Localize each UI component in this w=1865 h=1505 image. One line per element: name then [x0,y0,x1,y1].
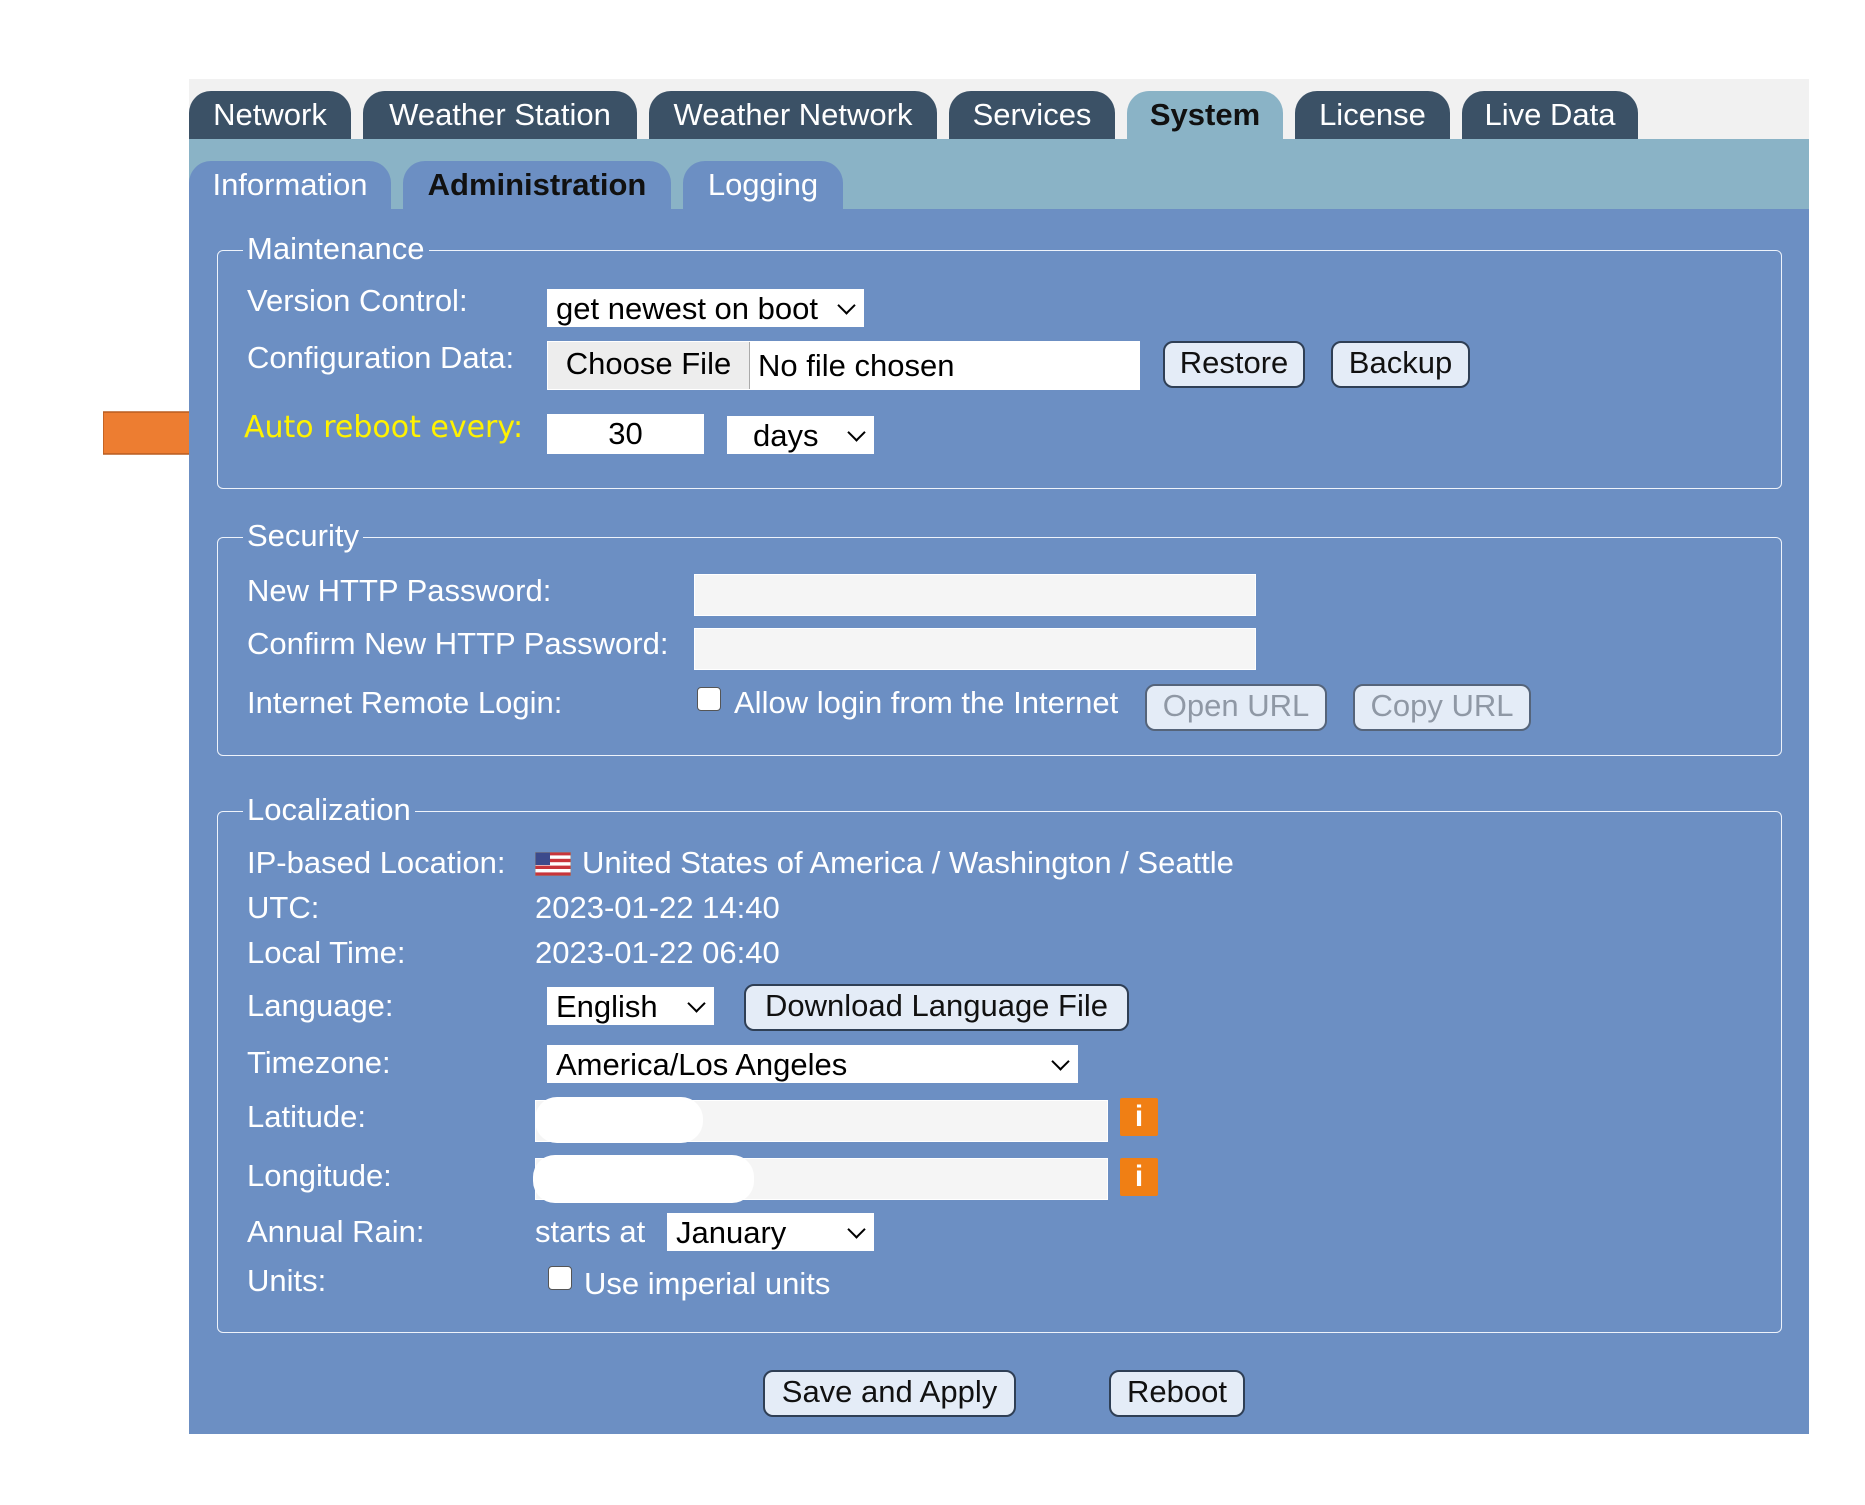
backup-button[interactable]: Backup [1331,341,1470,388]
chevron-down-icon [687,994,706,1013]
localization-fieldset: Localization IP-based Location: United S… [217,790,1782,1333]
chevron-down-icon [847,1220,866,1239]
tab-weather-network[interactable]: Weather Network [649,91,937,139]
tab-services[interactable]: Services [949,91,1115,139]
version-control-select[interactable]: get newest on boot [547,289,864,327]
language-select[interactable]: English [547,987,714,1025]
configuration-data-label: Configuration Data: [247,340,515,375]
auto-reboot-unit-select[interactable]: days [727,416,874,454]
imperial-units-checkbox[interactable] [548,1266,572,1290]
router-admin-frame: Network Weather Station Weather Network … [189,79,1809,1434]
longitude-redaction [533,1155,754,1203]
annual-rain-month-value: January [676,1215,787,1250]
auto-reboot-label: Auto reboot every: [244,410,524,445]
allow-remote-login-checkbox[interactable] [697,687,721,711]
timezone-label: Timezone: [247,1045,391,1080]
auto-reboot-input[interactable]: 30 [547,414,704,454]
localization-legend: Localization [243,790,415,830]
tab-network[interactable]: Network [189,91,351,139]
security-legend: Security [243,516,363,556]
no-file-chosen-text: No file chosen [758,348,955,383]
tab-live-data[interactable]: Live Data [1462,91,1638,139]
copy-url-button[interactable]: Copy URL [1353,684,1531,731]
config-file-input[interactable]: Choose File No file chosen [547,341,1140,390]
language-label: Language: [247,988,394,1023]
auto-reboot-unit-value: days [753,418,819,453]
security-fieldset: Security New HTTP Password: Confirm New … [217,516,1782,756]
latitude-redaction [535,1097,703,1143]
reboot-button[interactable]: Reboot [1109,1370,1245,1417]
subtab-administration[interactable]: Administration [403,161,671,209]
timezone-select[interactable]: America/Los Angeles [547,1045,1078,1083]
longitude-info-icon[interactable]: i [1120,1158,1158,1196]
remote-login-label: Internet Remote Login: [247,685,563,720]
subtab-logging[interactable]: Logging [683,161,843,209]
local-time-label: Local Time: [247,935,406,970]
allow-remote-login-label: Allow login from the Internet [734,685,1119,720]
utc-value: 2023-01-22 14:40 [535,890,780,925]
choose-file-button[interactable]: Choose File [548,342,750,389]
sub-tab-bar: Information Administration Logging [189,139,1809,209]
us-flag-icon [535,852,571,876]
latitude-info-icon[interactable]: i [1120,1098,1158,1136]
maintenance-legend: Maintenance [243,229,429,269]
new-password-input[interactable] [694,574,1256,616]
ip-location-label: IP-based Location: [247,845,506,880]
confirm-password-label: Confirm New HTTP Password: [247,626,669,661]
new-password-label: New HTTP Password: [247,573,552,608]
admin-content: Maintenance Version Control: get newest … [189,209,1809,1434]
download-language-button[interactable]: Download Language File [744,984,1129,1031]
local-time-value: 2023-01-22 06:40 [535,935,780,970]
subtab-information[interactable]: Information [189,161,391,209]
version-control-value: get newest on boot [556,291,818,326]
tab-license[interactable]: License [1295,91,1450,139]
language-value: English [556,989,658,1024]
version-control-label: Version Control: [247,283,468,318]
latitude-label: Latitude: [247,1099,366,1134]
chevron-down-icon [1051,1052,1070,1071]
tab-system[interactable]: System [1127,91,1283,139]
annual-rain-label: Annual Rain: [247,1214,425,1249]
chevron-down-icon [837,296,856,315]
confirm-password-input[interactable] [694,628,1256,670]
open-url-button[interactable]: Open URL [1145,684,1327,731]
restore-button[interactable]: Restore [1163,341,1305,388]
annual-rain-month-select[interactable]: January [667,1213,874,1251]
utc-label: UTC: [247,890,320,925]
units-label: Units: [247,1263,327,1298]
tab-weather-station[interactable]: Weather Station [363,91,637,139]
main-tab-bar: Network Weather Station Weather Network … [189,79,1809,139]
save-and-apply-button[interactable]: Save and Apply [763,1370,1016,1417]
imperial-units-label: Use imperial units [584,1266,831,1301]
longitude-label: Longitude: [247,1158,392,1193]
ip-location-value: United States of America / Washington / … [582,845,1234,880]
timezone-value: America/Los Angeles [556,1047,848,1082]
chevron-down-icon [847,423,866,442]
annual-rain-prefix: starts at [535,1214,646,1249]
maintenance-fieldset: Maintenance Version Control: get newest … [217,229,1782,489]
